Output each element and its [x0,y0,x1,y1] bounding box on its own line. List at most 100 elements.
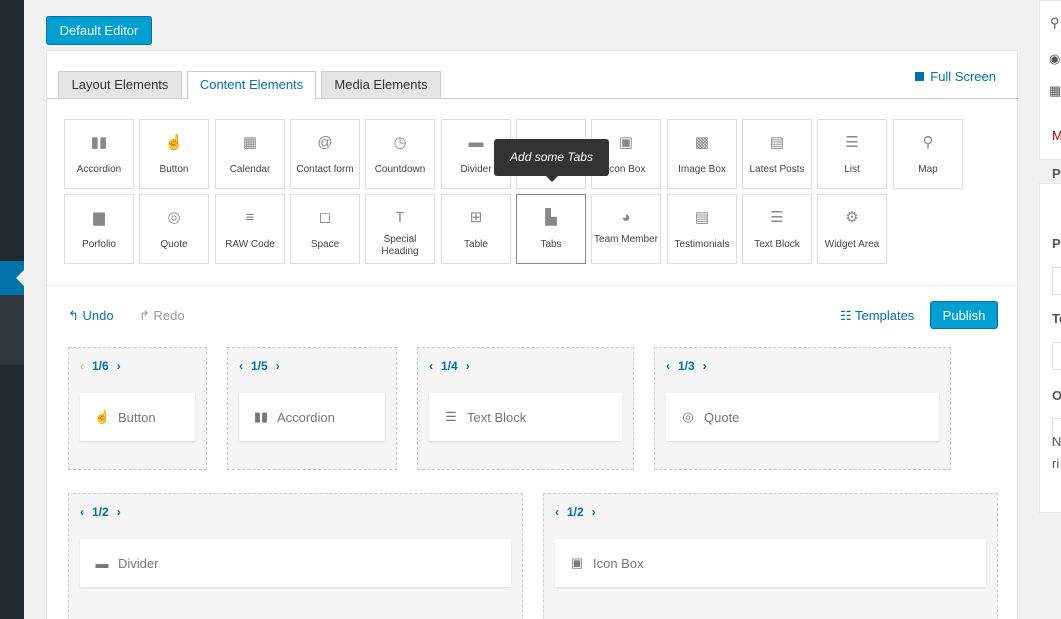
publish-button[interactable]: Publish [930,301,998,329]
chevron-right-icon[interactable]: › [703,359,707,373]
column-1-2-right[interactable]: ‹ 1/2 › ▣ Icon Box [543,493,998,619]
column-1-3[interactable]: ‹ 1/3 › ◎ Quote [654,347,951,470]
content-item-text-block[interactable]: ☰ Text Block [429,393,622,441]
parent-label: Pa [1052,236,1061,251]
at-sign-icon: @ [317,134,333,151]
chevron-left-icon[interactable]: ‹ [429,359,433,373]
speech-bubble-icon: ◎ [167,209,181,226]
tab-layout-elements[interactable]: Layout Elements [58,71,182,99]
chevron-right-icon[interactable]: › [592,505,596,519]
element-label: Widget Area [824,239,880,250]
team-member-icon: ◕ [621,209,631,226]
element-label: Button [159,164,189,175]
full-screen-label: Full Screen [930,69,996,84]
content-item-icon-box[interactable]: ▣ Icon Box [555,539,986,587]
column-size: 1/2 [567,505,584,519]
element-label: Tabs [540,239,562,250]
element-label: Image Box [678,164,726,175]
list-icon: ☰ [845,134,859,151]
templates-button[interactable]: ☷ Templates [840,308,914,324]
element-calendar[interactable]: ▦ Calendar [215,119,285,189]
chevron-right-icon[interactable]: › [117,505,121,519]
heading-icon: T [395,209,405,226]
template-select[interactable] [1052,342,1061,370]
content-item-button[interactable]: ☝ Button [80,393,195,441]
content-item-divider[interactable]: ▬ Divider [80,539,511,587]
full-screen-link[interactable]: Full Screen [915,69,996,84]
element-accordion[interactable]: ▮▮ Accordion [64,119,134,189]
image-box-icon: ▩ [694,134,710,151]
icon-box-icon: ▣ [570,555,584,570]
element-label: RAW Code [225,239,275,250]
chevron-right-icon[interactable]: › [117,359,121,373]
chevron-right-icon[interactable]: › [466,359,470,373]
chevron-left-icon[interactable]: ‹ [666,359,670,373]
calendar-icon: ▦ [1049,83,1061,98]
element-tabs[interactable]: ▙ Tabs [516,194,586,264]
chevron-left-icon[interactable]: ‹ [555,505,559,519]
content-item-quote[interactable]: ◎ Quote [666,393,939,441]
tab-content-elements[interactable]: Content Elements [187,71,316,100]
content-item-label: Quote [704,409,740,425]
element-countdown[interactable]: ◷ Countdown [365,119,435,189]
section-divider [47,285,1019,286]
template-label: Te [1052,311,1061,326]
help-text-line-1: N [1052,434,1061,449]
calendar-icon: ▦ [242,134,258,151]
gear-icon: ⚙ [845,209,859,226]
chevron-left-icon[interactable]: ‹ [80,359,84,373]
element-special-heading[interactable]: T Special Heading [365,194,435,264]
move-to-trash-link[interactable]: M [1052,128,1061,143]
element-team-member[interactable]: ◕ Team Member [591,194,661,264]
pointer-hand-icon: ☝ [94,409,111,424]
content-item-label: Icon Box [593,555,644,571]
column-1-4[interactable]: ‹ 1/4 › ☰ Text Block [417,347,634,470]
default-editor-button[interactable]: Default Editor [46,16,152,45]
element-space[interactable]: ◻ Space [290,194,360,264]
tab-media-elements[interactable]: Media Elements [321,71,441,99]
element-label: Testimonials [674,239,730,250]
column-1-5[interactable]: ‹ 1/5 › ▮▮ Accordion [227,347,397,470]
column-size: 1/2 [92,505,109,519]
tabs-icon: ▙ [545,209,557,226]
redo-button[interactable]: ↱ Redo [139,308,185,324]
element-quote[interactable]: ◎ Quote [139,194,209,264]
element-portfolio[interactable]: ▆ Porfolio [64,194,134,264]
undo-button[interactable]: ↰ Undo [68,308,114,324]
element-label: Map [918,164,938,175]
column-1-2-left[interactable]: ‹ 1/2 › ▬ Divider [68,493,523,619]
publish-meta-box: ⚲ ◉ ▦ M [1039,0,1061,160]
column-size: 1/4 [441,359,458,373]
content-item-label: Divider [118,555,159,571]
element-contact-form[interactable]: @ Contact form [290,119,360,189]
chevron-right-icon[interactable]: › [276,359,280,373]
text-block-icon: ☰ [770,209,784,226]
element-list[interactable]: ☰ List [817,119,887,189]
element-label: Space [310,239,340,250]
element-label: Special Heading [381,234,419,257]
chevron-left-icon[interactable]: ‹ [239,359,243,373]
element-image-box[interactable]: ▩ Image Box [667,119,737,189]
undo-label: Undo [82,308,114,323]
element-raw-code[interactable]: ≡ RAW Code [215,194,285,264]
element-label: List [844,164,860,175]
divider-icon: ▬ [95,555,109,571]
element-table[interactable]: ⊞ Table [441,194,511,264]
element-latest-posts[interactable]: ▤ Latest Posts [742,119,812,189]
undo-icon: ↰ [68,308,79,323]
content-item-accordion[interactable]: ▮▮ Accordion [239,393,385,441]
element-testimonials[interactable]: ▤ Testimonials [667,194,737,264]
chevron-left-icon[interactable]: ‹ [80,505,84,519]
element-map[interactable]: ⚲ Map [893,119,963,189]
element-label: Text Block [754,239,800,250]
element-button[interactable]: ☝ Button [139,119,209,189]
column-size: 1/3 [678,359,695,373]
column-1-6[interactable]: ‹ 1/6 › ☝ Button [68,347,207,470]
table-icon: ⊞ [469,209,483,226]
element-widget-area[interactable]: ⚙ Widget Area [817,194,887,264]
admin-menu-active-item[interactable] [0,261,24,295]
parent-select[interactable] [1052,267,1061,295]
page-attributes-box: Pa Pa Te O N ri [1039,166,1061,513]
element-text-block[interactable]: ☰ Text Block [742,194,812,264]
full-screen-icon [915,72,925,81]
